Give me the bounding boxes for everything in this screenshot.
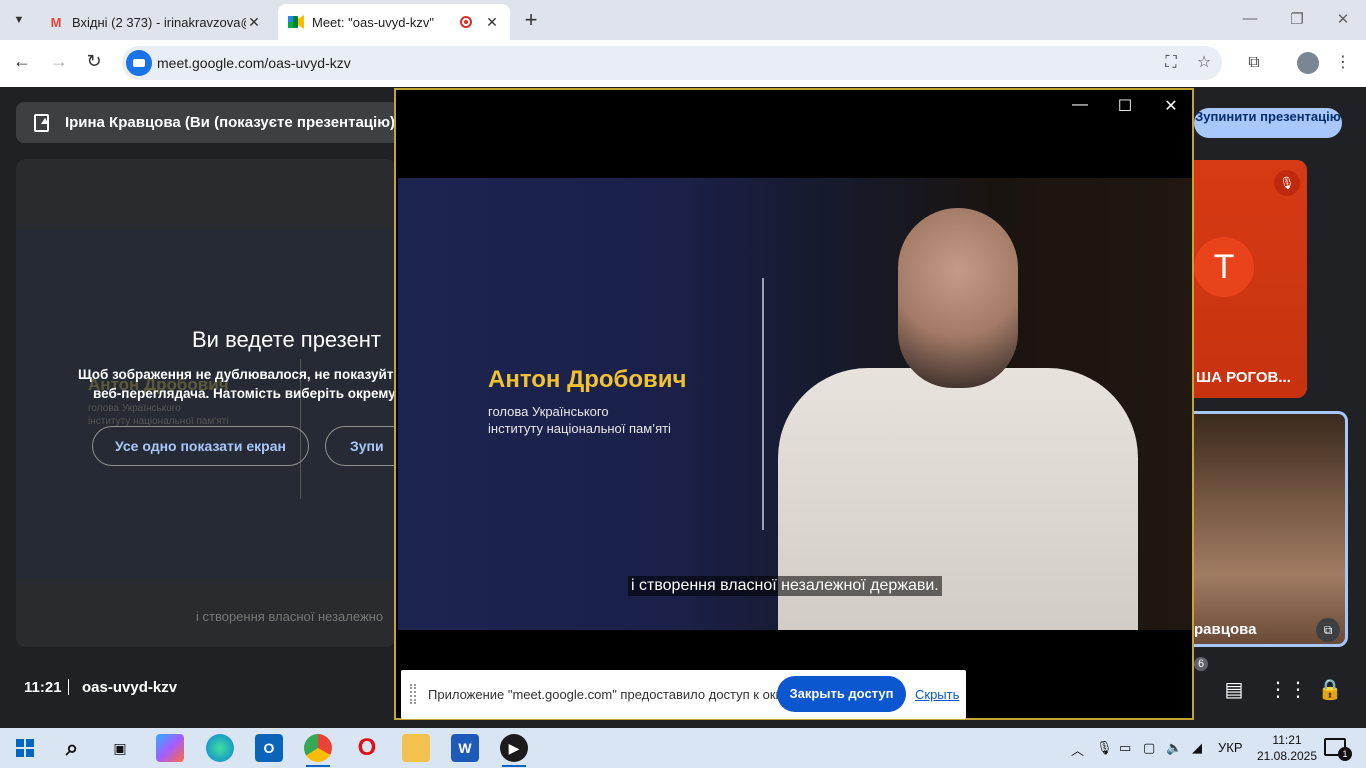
microphone-icon[interactable]: 🎙 [1096,740,1113,756]
network-icon[interactable]: ◢ [1192,740,1202,756]
maximize-icon[interactable]: ☐ [1115,96,1135,116]
video-frame: Антон Дробович голова Українського інсти… [398,178,1192,630]
description-line: Щоб зображення не дублювалося, не показу… [78,367,394,382]
volume-icon[interactable]: 🔈 [1166,740,1182,756]
speaker-role-line: інституту національної пам’яті [488,421,671,436]
chat-icon[interactable]: ▤ [1221,677,1247,702]
hide-link[interactable]: Скрыть [915,687,959,702]
new-tab-button[interactable]: + [520,8,542,32]
speaker-name: Антон Дробович [488,366,687,393]
reload-icon[interactable]: ↻ [82,51,106,72]
participant-tile-t[interactable]: 🎙 Т ША РОГОВ... [1194,160,1307,398]
speaker-role-line: голова Українського [488,404,609,419]
stop-presenting-button[interactable]: Зупинити презентацію [1194,108,1342,138]
tab-title: Meet: "oas-uvyd-kzv" [312,14,434,30]
gmail-icon: M [50,14,62,30]
meeting-code: oas-uvyd-kzv [82,679,178,696]
tab-gmail[interactable]: M Вхідні (2 373) - irinakravzova@ ✕ [38,4,272,40]
notifications-icon[interactable]: 1 [1324,738,1352,761]
browser-toolbar: ← → ↻ meet.google.com/oas-uvyd-kzv ⛶ ☆ ⧉… [0,40,1366,87]
drag-handle-icon[interactable] [410,684,416,704]
participant-name: равцова [1194,621,1257,638]
chevron-down-icon: ▼ [13,14,25,26]
activities-icon[interactable]: ⋮⋮ [1268,677,1308,702]
search-icon[interactable]: ⌕ [58,734,86,762]
meet-icon [288,14,304,30]
speaker-head [898,208,1018,388]
ghost-caption: і створення власної незалежно [196,609,384,624]
speaker-role: голова Українського інституту національн… [488,403,671,437]
mic-off-icon: 🎙 [1274,170,1300,196]
chrome-icon[interactable] [304,734,332,767]
close-access-button[interactable]: Закрыть доступ [777,676,906,712]
close-icon[interactable]: ✕ [1161,96,1181,116]
description-line: веб-переглядача. Натомість виберіть окре… [93,386,396,401]
tab-strip: ▼ M Вхідні (2 373) - irinakravzova@ ✕ Me… [0,0,1366,40]
close-icon[interactable]: ✕ [246,14,262,31]
opera-icon[interactable]: O [353,734,381,762]
divider [68,679,69,695]
profile-avatar[interactable] [1297,52,1319,74]
avatar: Т [1194,237,1254,297]
pip-video-window[interactable]: — ☐ ✕ Антон Дробович голова Українського… [394,88,1194,720]
present-screen-icon [34,113,49,132]
media-player-icon[interactable]: ▶ [500,734,528,767]
tab-title: Вхідні (2 373) - irinakravzova@ [72,14,246,30]
minimize-icon[interactable]: — [1070,96,1090,114]
participant-count-badge: 6 [1194,657,1209,671]
word-icon[interactable]: W [451,734,479,762]
back-icon[interactable]: ← [10,51,34,72]
minimize-icon[interactable]: — [1240,10,1260,27]
presenting-description: Щоб зображення не дублювалося, не показу… [16,365,396,403]
tab-meet[interactable]: Meet: "oas-uvyd-kzv" ✕ [278,4,510,40]
taskbar: ⌕ ▣ O O W ▶ ︿ 🎙 ▭ ▢ 🔈 ◢ УКР 11:21 21.08.… [0,728,1366,768]
copilot-icon[interactable] [156,734,184,762]
restore-icon[interactable]: ❐ [1287,10,1307,28]
presenter-banner: Ірина Кравцова (Ви (показуєте презентаці… [16,102,400,143]
extensions-icon[interactable]: ⧉ [1243,52,1265,74]
address-bar[interactable]: meet.google.com/oas-uvyd-kzv [122,46,1222,80]
subtitle: і створення власної незалежної держави. [628,576,942,596]
picture-in-picture-icon[interactable]: ⧉ [1316,618,1340,642]
notification-count: 1 [1338,747,1352,761]
task-view-icon[interactable]: ▣ [106,734,134,762]
url-text[interactable]: meet.google.com/oas-uvyd-kzv [157,55,351,71]
host-controls-icon[interactable]: 🔒 [1317,677,1343,702]
meeting-time: 11:21 [24,679,62,696]
battery-icon[interactable]: ▭ [1119,740,1131,756]
presenter-banner-text: Ірина Кравцова (Ви (показуєте презентаці… [64,114,400,131]
menu-dots-icon[interactable]: ⋮ [1332,52,1354,74]
forward-icon[interactable]: → [47,51,71,72]
recording-icon [460,16,472,28]
tab-search-button[interactable]: ▼ [6,8,32,32]
windows-start-icon[interactable] [11,734,39,762]
screen-share-bar: Приложение "meet.google.com" предоставил… [401,670,966,719]
translate-icon[interactable]: ⛶ [1160,52,1182,74]
language-indicator[interactable]: УКР [1218,740,1243,755]
window-close-icon[interactable]: ✕ [1333,10,1353,28]
tray-overflow-icon[interactable]: ︿ [1071,740,1084,759]
clock-date: 21.08.2025 [1256,749,1318,763]
title-divider [762,278,764,530]
edge-icon[interactable] [206,734,234,762]
file-explorer-icon[interactable] [402,734,430,762]
participant-name: ША РОГОВ... [1196,369,1291,386]
camera-icon[interactable]: ▢ [1143,740,1155,756]
share-message: Приложение "meet.google.com" предоставил… [428,687,792,702]
presenting-title: Ви ведете презент [192,327,381,352]
outlook-icon[interactable]: O [255,734,283,762]
show-screen-anyway-button[interactable]: Усе одно показати екран [92,426,309,466]
participant-tile-self[interactable]: равцова ⧉ [1194,411,1348,647]
ghost-role-line: голова Українського [88,403,181,414]
system-clock[interactable]: 11:21 21.08.2025 [1255,732,1319,764]
meet-camera-icon[interactable] [126,50,152,76]
star-icon[interactable]: ☆ [1193,52,1215,74]
ghost-speaker-role: голова Українського інституту національн… [88,402,228,428]
close-icon[interactable]: ✕ [484,14,500,31]
presentation-tile: Антон Дробович голова Українського інсти… [16,159,396,647]
clock-time: 11:21 [1272,733,1302,747]
